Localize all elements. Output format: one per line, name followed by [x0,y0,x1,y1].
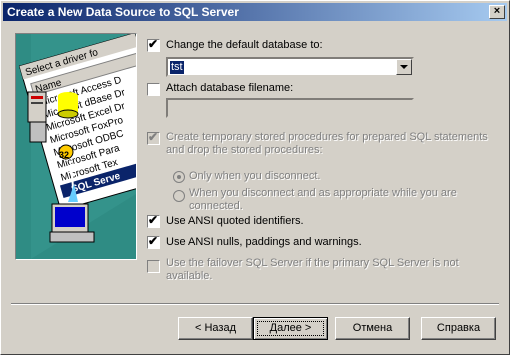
checkmark-icon: ✔ [148,234,159,248]
close-button[interactable]: × [489,5,505,19]
illustration-graphic: Select a driver fo Name Microsoft Access… [16,34,136,259]
temp-procs-checkbox[interactable]: ✔ [147,130,160,145]
checkmark-icon: ✔ [148,130,159,144]
help-button[interactable]: Справка [421,317,496,340]
failover-label-line2: available. [166,270,213,282]
back-button[interactable]: < Назад [178,317,253,340]
temp-procs-label-line2: and drop the stored procedures: [166,144,323,156]
bitness-badge: 32 [59,150,69,160]
failover-label-line1: Use the failover SQL Server if the prima… [166,257,459,269]
disconnect-and-connected-label-line1: When you disconnect and as appropriate w… [189,187,457,199]
cancel-button[interactable]: Отмена [335,317,410,340]
database-combobox[interactable]: tst [166,57,414,77]
database-combobox-value: tst [170,61,184,74]
wizard-illustration: Select a driver fo Name Microsoft Access… [15,33,137,260]
ansi-quoted-checkbox[interactable]: ✔ [147,213,160,228]
checkmark-icon: ✔ [148,37,159,51]
next-button[interactable]: Далее > [253,317,328,340]
chevron-down-icon[interactable] [396,59,412,75]
only-disconnect-label: Only when you disconnect. [189,170,321,182]
only-disconnect-radio[interactable] [173,171,185,183]
failover-checkbox[interactable] [147,260,160,273]
window-title: Create a New Data Source to SQL Server [7,5,239,19]
disconnect-and-connected-radio[interactable] [173,190,185,202]
disconnect-and-connected-label-line2: connected. [189,200,243,212]
attach-db-checkbox[interactable] [147,83,160,96]
ansi-nulls-label: Use ANSI nulls, paddings and warnings. [166,236,362,248]
dialog-window: Create a New Data Source to SQL Server ×… [0,0,510,355]
ansi-nulls-checkbox[interactable]: ✔ [147,234,160,249]
ansi-quoted-label: Use ANSI quoted identifiers. [166,215,304,227]
title-bar: Create a New Data Source to SQL Server × [3,3,507,21]
change-default-db-checkbox[interactable]: ✔ [147,37,160,52]
change-default-db-label: Change the default database to: [166,39,323,51]
attach-db-filename-field[interactable] [166,98,414,118]
checkmark-icon: ✔ [148,213,159,227]
temp-procs-label-line1: Create temporary stored procedures for p… [166,131,488,143]
separator [11,303,499,305]
attach-db-label: Attach database filename: [166,82,294,94]
